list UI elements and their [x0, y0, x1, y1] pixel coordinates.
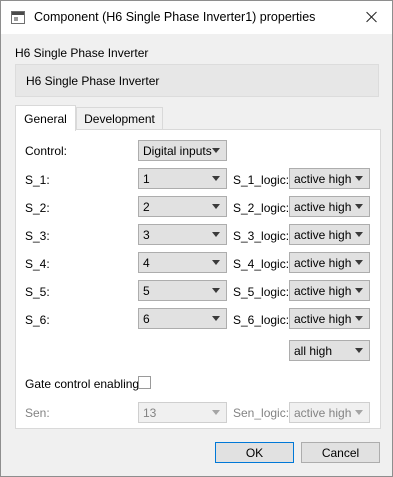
gate-control-checkbox[interactable] [138, 376, 151, 389]
chevron-down-icon [355, 348, 363, 353]
tab-development[interactable]: Development [76, 107, 163, 129]
gate-control-label: Gate control enabling: [25, 377, 143, 391]
s4-logic-label: S_4_logic: [233, 257, 290, 271]
ok-button-label: OK [245, 446, 264, 460]
s5-logic-label: S_5_logic: [233, 285, 290, 299]
ok-button[interactable]: OK [215, 442, 294, 463]
chevron-down-icon [212, 176, 220, 181]
sen-logic-label: Sen_logic: [233, 406, 290, 420]
tab-general[interactable]: General [15, 105, 76, 131]
chevron-down-icon [212, 260, 220, 265]
chevron-down-icon [355, 204, 363, 209]
s4-value: 4 [143, 256, 150, 270]
tab-general-label: General [24, 112, 67, 126]
component-icon [11, 11, 25, 24]
s6-dropdown[interactable]: 6 [138, 308, 227, 329]
control-value: Digital inputs [143, 144, 212, 158]
chevron-down-icon [212, 288, 220, 293]
s6-logic-dropdown[interactable]: active high [289, 308, 370, 329]
chevron-down-icon [212, 148, 220, 153]
window-title: Component (H6 Single Phase Inverter1) pr… [34, 10, 316, 24]
chevron-down-icon [355, 232, 363, 237]
s5-dropdown[interactable]: 5 [138, 280, 227, 301]
s5-logic-value: active high [294, 284, 352, 298]
s5-value: 5 [143, 284, 150, 298]
s4-label: S_4: [25, 257, 50, 271]
chevron-down-icon [212, 232, 220, 237]
tab-development-label: Development [84, 112, 155, 126]
s3-logic-dropdown[interactable]: active high [289, 224, 370, 245]
chevron-down-icon [212, 204, 220, 209]
s5-logic-dropdown[interactable]: active high [289, 280, 370, 301]
s1-logic-label: S_1_logic: [233, 173, 290, 187]
s1-logic-value: active high [294, 172, 352, 186]
control-dropdown[interactable]: Digital inputs [138, 140, 227, 161]
chevron-down-icon [212, 410, 220, 415]
close-icon[interactable] [357, 5, 387, 29]
s1-label: S_1: [25, 173, 50, 187]
s3-label: S_3: [25, 229, 50, 243]
chevron-down-icon [355, 288, 363, 293]
sen-value: 13 [143, 406, 157, 420]
chevron-down-icon [355, 410, 363, 415]
control-label: Control: [25, 144, 68, 158]
s3-dropdown[interactable]: 3 [138, 224, 227, 245]
chevron-down-icon [355, 260, 363, 265]
s6-label: S_6: [25, 313, 50, 327]
cancel-button-label: Cancel [321, 446, 360, 460]
s2-dropdown[interactable]: 2 [138, 196, 227, 217]
s3-logic-value: active high [294, 228, 352, 242]
s4-logic-dropdown[interactable]: active high [289, 252, 370, 273]
s1-value: 1 [143, 172, 150, 186]
component-type-label: H6 Single Phase Inverter [15, 46, 149, 60]
sen-label: Sen: [25, 406, 50, 420]
s2-logic-dropdown[interactable]: active high [289, 196, 370, 217]
component-name-field: H6 Single Phase Inverter [15, 64, 379, 97]
s4-dropdown[interactable]: 4 [138, 252, 227, 273]
chevron-down-icon [212, 316, 220, 321]
s2-value: 2 [143, 200, 150, 214]
all-logic-dropdown[interactable]: all high [289, 340, 370, 361]
s1-dropdown[interactable]: 1 [138, 168, 227, 189]
sen-dropdown: 13 [138, 402, 227, 423]
s2-logic-label: S_2_logic: [233, 201, 290, 215]
s6-value: 6 [143, 312, 150, 326]
all-logic-value: all high [294, 344, 333, 358]
s1-logic-dropdown[interactable]: active high [289, 168, 370, 189]
s2-label: S_2: [25, 201, 50, 215]
chevron-down-icon [355, 316, 363, 321]
cancel-button[interactable]: Cancel [301, 442, 380, 463]
s6-logic-value: active high [294, 312, 352, 326]
s5-label: S_5: [25, 285, 50, 299]
sen-logic-value: active high [294, 406, 352, 420]
s6-logic-label: S_6_logic: [233, 313, 290, 327]
sen-logic-dropdown: active high [289, 402, 370, 423]
properties-dialog: Component (H6 Single Phase Inverter1) pr… [0, 0, 393, 477]
component-name-value: H6 Single Phase Inverter [26, 74, 160, 88]
title-bar: Component (H6 Single Phase Inverter1) pr… [1, 1, 392, 34]
chevron-down-icon [355, 176, 363, 181]
s3-logic-label: S_3_logic: [233, 229, 290, 243]
s2-logic-value: active high [294, 200, 352, 214]
s4-logic-value: active high [294, 256, 352, 270]
s3-value: 3 [143, 228, 150, 242]
